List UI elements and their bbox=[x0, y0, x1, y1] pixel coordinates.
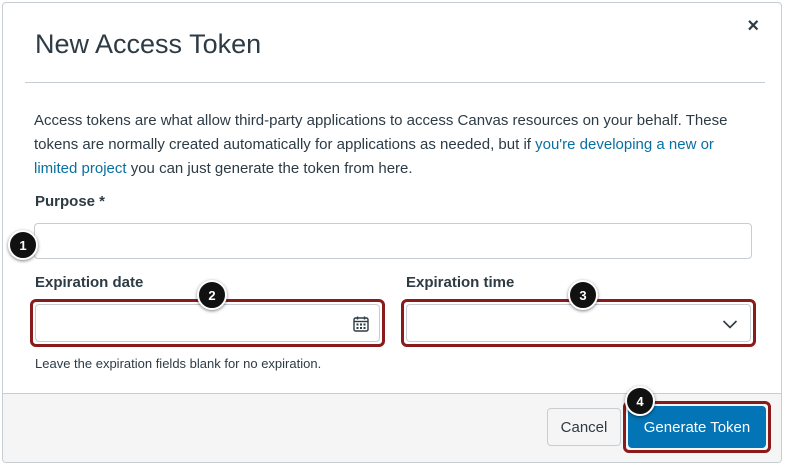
close-icon[interactable]: × bbox=[747, 15, 759, 38]
new-access-token-dialog: New Access Token × Access tokens are wha… bbox=[2, 2, 782, 463]
dialog-description: Access tokens are what allow third-party… bbox=[34, 109, 754, 181]
calendar-icon[interactable] bbox=[352, 315, 370, 333]
expiration-date-label: Expiration date bbox=[35, 274, 144, 291]
expiration-hint: Leave the expiration fields blank for no… bbox=[35, 356, 322, 371]
expiration-time-select[interactable] bbox=[406, 304, 751, 342]
expiration-date-input[interactable] bbox=[35, 304, 380, 342]
callout-badge-4: 4 bbox=[625, 386, 655, 416]
chevron-down-icon[interactable] bbox=[722, 318, 738, 330]
callout-badge-3: 3 bbox=[568, 280, 598, 310]
callout-badge-1: 1 bbox=[8, 230, 38, 260]
description-text-2: you can just generate the token from her… bbox=[126, 160, 413, 177]
expiration-time-label: Expiration time bbox=[406, 274, 515, 291]
dialog-title: New Access Token bbox=[35, 29, 262, 59]
header-divider bbox=[25, 82, 765, 83]
cancel-button[interactable]: Cancel bbox=[547, 408, 621, 446]
purpose-input[interactable] bbox=[34, 223, 752, 259]
purpose-label: Purpose * bbox=[35, 193, 106, 210]
callout-badge-2: 2 bbox=[197, 280, 227, 310]
dialog-footer: Cancel Generate Token 4 bbox=[3, 386, 781, 462]
